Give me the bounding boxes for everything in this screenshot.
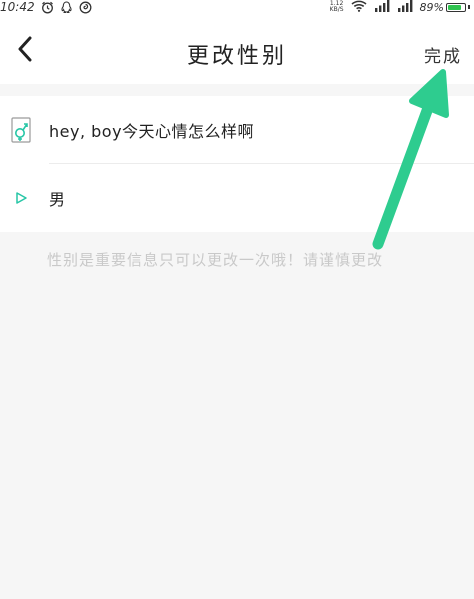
status-bar: 10:42 1.12 KB/S 89% (0, 0, 474, 18)
page-title: 更改性别 (186, 44, 287, 69)
wifi-icon (351, 0, 367, 15)
list-item-secret[interactable]: hey, boy今天心情怎么样啊 (0, 96, 474, 164)
battery-fill (448, 4, 461, 10)
battery: 89% (420, 1, 470, 14)
nav-bar: 更改性别 完成 (0, 18, 474, 84)
gender-options-list: hey, boy今天心情怎么样啊 男 (0, 96, 474, 232)
battery-icon (446, 2, 466, 12)
list-item-label: 男 (49, 190, 66, 209)
gender-symbol-icon (10, 117, 32, 143)
net-speed: 1.12 KB/S (329, 0, 344, 13)
signal-bars-icon (397, 0, 413, 15)
status-right: 1.12 KB/S 89% (330, 0, 470, 14)
battery-percent: 89% (419, 0, 444, 14)
status-left: 10:42 (0, 0, 92, 14)
annotation-arrow-icon (372, 69, 449, 250)
hint-text: 性别是重要信息只可以更改一次哦！请谨慎更改 (47, 251, 384, 269)
alarm-clock-icon (41, 1, 54, 14)
net-speed-unit: KB/S (329, 5, 344, 13)
battery-tip (468, 5, 470, 9)
signal-bars-icon (374, 0, 390, 15)
done-button[interactable]: 完成 (424, 42, 462, 67)
list-item-male[interactable]: 男 (0, 164, 474, 232)
qq-penguin-icon (60, 0, 73, 14)
status-time: 10:42 (0, 0, 35, 14)
swirl-app-icon (79, 1, 92, 14)
list-item-label: hey, boy今天心情怎么样啊 (49, 122, 255, 141)
play-triangle-icon (10, 187, 32, 209)
